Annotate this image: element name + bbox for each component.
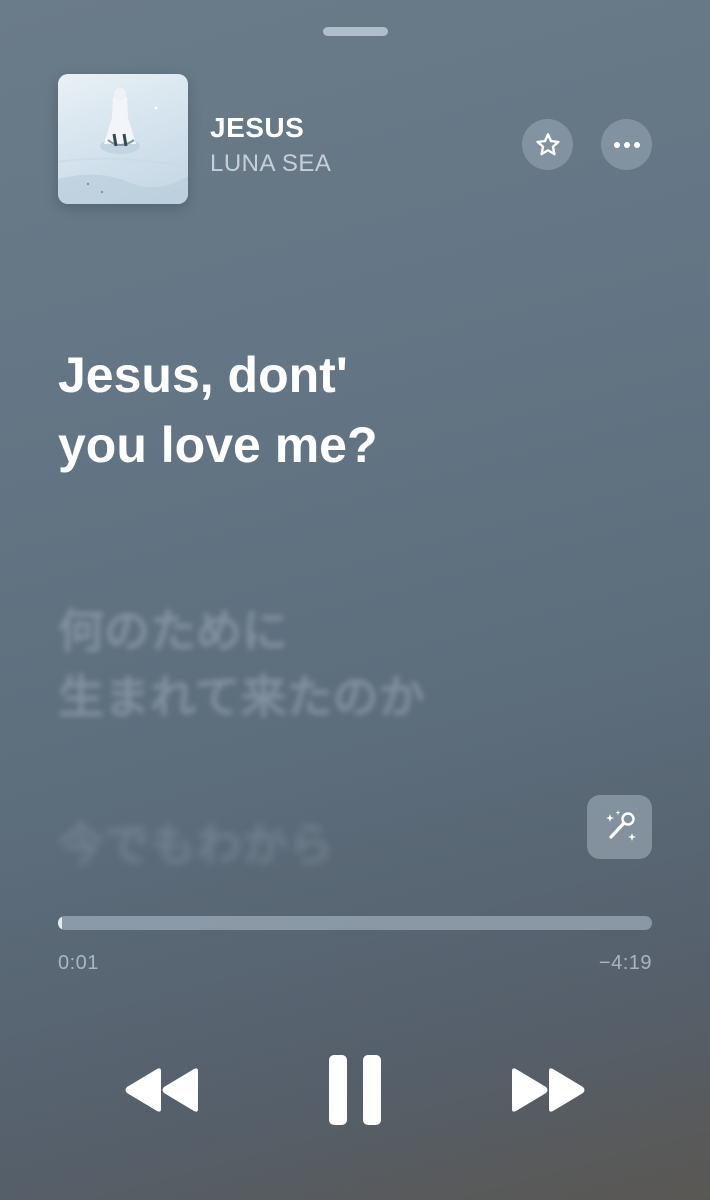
album-artwork-image	[58, 88, 188, 204]
lyric-later-line[interactable]: 今でもわから	[58, 812, 618, 878]
lyric-line: you love me?	[58, 417, 378, 473]
track-title[interactable]: JESUS	[210, 112, 304, 144]
favorite-button[interactable]	[522, 119, 573, 170]
fast-forward-button[interactable]	[508, 1060, 588, 1120]
lyric-line: 何のために	[58, 605, 288, 657]
album-artwork[interactable]	[58, 74, 188, 204]
track-artist[interactable]: LUNA SEA	[210, 150, 331, 178]
playback-scrubber[interactable]	[58, 916, 652, 930]
more-options-button[interactable]	[601, 119, 652, 170]
lyric-line: 今でもわから	[58, 819, 334, 871]
microphone-sparkle-icon	[605, 810, 636, 841]
fast-forward-icon	[512, 1068, 585, 1112]
ellipsis-icon	[613, 141, 640, 148]
lyric-active-line[interactable]: Jesus, dont' you love me?	[58, 340, 618, 480]
rewind-icon	[125, 1068, 198, 1112]
remaining-time: −4:19	[598, 952, 652, 974]
playback-progress-fill	[58, 916, 63, 930]
lyric-line: 生まれて来たのか	[58, 671, 425, 723]
lyric-next-line[interactable]: 何のために 生まれて来たのか	[58, 598, 618, 730]
star-icon	[535, 132, 560, 155]
sheet-grabber-handle[interactable]	[323, 27, 388, 36]
lyric-line: Jesus, dont'	[58, 347, 348, 403]
rewind-button[interactable]	[122, 1060, 202, 1120]
pause-icon	[329, 1055, 381, 1125]
sing-button[interactable]	[587, 795, 652, 859]
pause-button[interactable]	[322, 1050, 388, 1130]
elapsed-time: 0:01	[58, 952, 99, 974]
